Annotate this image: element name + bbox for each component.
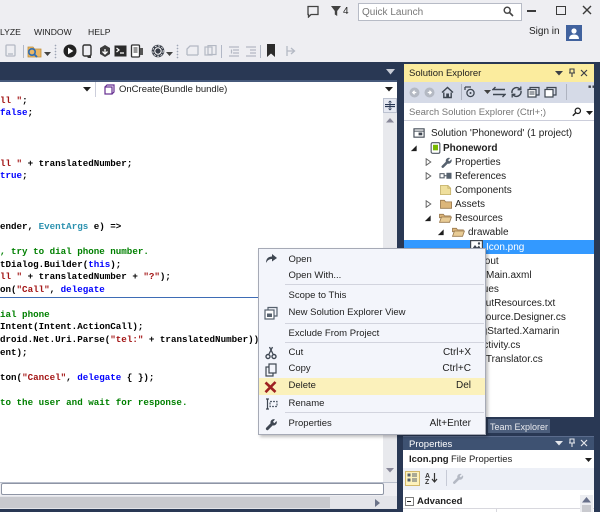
svg-text:Z: Z	[425, 479, 430, 484]
